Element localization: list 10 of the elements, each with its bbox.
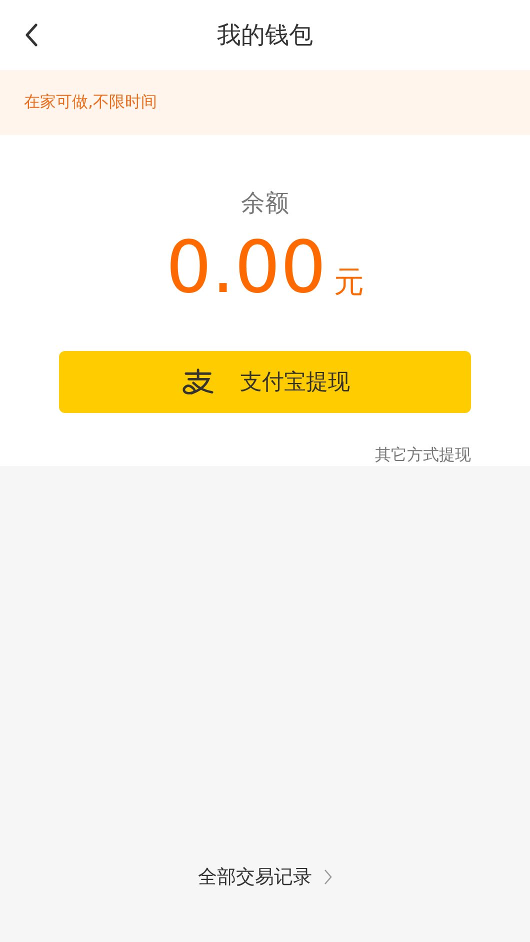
currency-unit: 元 [334,264,364,302]
chevron-right-icon [324,869,332,885]
back-icon[interactable] [24,23,38,47]
page-title: 我的钱包 [217,20,313,51]
withdraw-button[interactable]: 支付宝提现 [59,351,471,413]
other-methods-link[interactable]: 其它方式提现 [375,445,471,466]
balance-amount: 0.00 [166,225,326,309]
balance-label: 余额 [241,188,289,219]
notice-text: 在家可做,不限时间 [24,92,158,113]
records-link[interactable]: 全部交易记录 [198,864,332,890]
